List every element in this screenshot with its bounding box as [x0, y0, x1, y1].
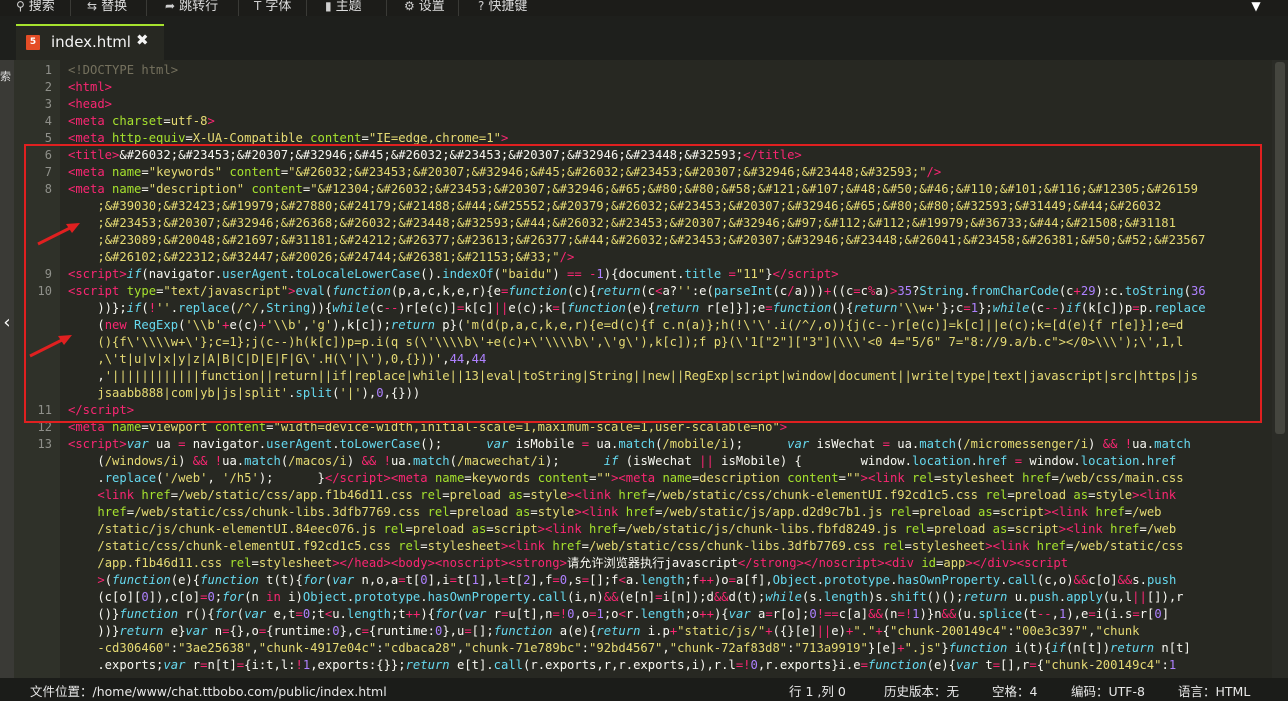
code-line[interactable]: >(function(e){function t(t){for(var n,o,…	[68, 572, 1272, 589]
toolbar-label: 搜索	[28, 0, 55, 14]
left-panel-strip: 索 ‹	[0, 60, 14, 678]
code-line[interactable]: <!DOCTYPE html>	[68, 62, 1272, 79]
code-line[interactable]: <head>	[68, 96, 1272, 113]
theme-icon: ▮	[325, 0, 332, 13]
code-line[interactable]: ))}return e}var n={},o={runtime:0},c={ru…	[68, 623, 1272, 640]
close-tab-icon[interactable]: ✖	[136, 31, 149, 49]
toolbar-button-6[interactable]: ? 快捷键	[478, 0, 527, 16]
toolbar-label: 字体	[265, 0, 292, 14]
toolbar-button-0[interactable]: ⚲ 搜索	[16, 0, 55, 16]
code-line[interactable]: href=/web/static/css/chunk-libs.3dfb7769…	[68, 504, 1272, 521]
line-number: 4	[44, 114, 52, 128]
font-icon: T	[254, 0, 262, 13]
line-number: 3	[44, 97, 52, 111]
goto-line-icon: ➦	[165, 0, 176, 13]
code-line[interactable]: /static/css/chunk-elementUI.f92cd1c5.css…	[68, 538, 1272, 555]
annotation-arrow-2	[29, 335, 72, 358]
left-panel-label: 索	[0, 70, 11, 83]
toolbar-label: 跳转行	[179, 0, 219, 14]
help-icon: ?	[478, 0, 485, 13]
annotation-red-box	[24, 144, 1262, 423]
line-number: 13	[37, 437, 52, 451]
code-line[interactable]: .replace('/web', '/h5'); }</script><meta…	[68, 470, 1272, 487]
code-line[interactable]: <meta charset=utf-8>	[68, 113, 1272, 130]
status-language[interactable]: 语言：HTML	[1178, 681, 1250, 700]
toolbar-divider	[238, 0, 239, 16]
code-line[interactable]: .exports;var r=n[t]={i:t,l:!1,exports:{}…	[68, 657, 1272, 674]
code-line[interactable]: ()}function r(){for(var e,t=0;t<u.length…	[68, 606, 1272, 623]
toolbar-divider	[146, 0, 147, 16]
toolbar-button-2[interactable]: ➦ 跳转行	[165, 0, 218, 16]
search-icon: ⚲	[16, 0, 25, 13]
toolbar-divider	[306, 0, 307, 16]
tab-index-html[interactable]: 5 index.html ✖	[16, 24, 164, 60]
toolbar-divider	[386, 0, 387, 16]
code-line[interactable]: <script>var ua = navigator.userAgent.toL…	[68, 436, 1272, 453]
gear-icon: ⚙	[404, 0, 415, 13]
code-line[interactable]: /app.f1b46d11.css rel=stylesheet></head>…	[68, 555, 1272, 572]
status-history[interactable]: 历史版本：无	[884, 681, 959, 700]
toolbar-divider	[70, 0, 71, 16]
toolbar-label: 设置	[418, 0, 445, 14]
status-indent[interactable]: 空格：4	[992, 681, 1037, 700]
tab-bar: 5 index.html ✖	[0, 16, 1288, 60]
status-cursor-position: 行 1 ,列 0	[789, 684, 846, 699]
scrollbar-thumb[interactable]	[1275, 62, 1285, 434]
status-encoding[interactable]: 编码：UTF-8	[1071, 681, 1145, 700]
code-line[interactable]: /static/js/chunk-elementUI.84eec076.js r…	[68, 521, 1272, 538]
toolbar-button-3[interactable]: T 字体	[254, 0, 291, 16]
line-number: 2	[44, 80, 52, 94]
toolbar-divider	[458, 0, 459, 16]
collapse-chevron-icon[interactable]: ▼	[1246, 0, 1266, 16]
toolbar-button-1[interactable]: ⇆ 替换	[87, 0, 127, 16]
sidebar-toggle-icon[interactable]: ‹	[0, 312, 14, 333]
status-bar: 文件位置：/home/www/chat.ttbobo.com/public/in…	[0, 678, 1288, 701]
tab-filename: index.html	[51, 33, 131, 51]
html5-file-icon: 5	[26, 35, 40, 50]
toolbar-label: 替换	[101, 0, 128, 14]
annotation-arrow-1	[37, 223, 80, 246]
code-line[interactable]: <html>	[68, 79, 1272, 96]
code-line[interactable]: (/windows/i) && !ua.match(/macos/i) && !…	[68, 453, 1272, 470]
code-line[interactable]: -cd306460":"3ae25638","chunk-4917e04c":"…	[68, 640, 1272, 657]
code-line[interactable]: (c[o][0]),c[o]=0;for(n in i)Object.proto…	[68, 589, 1272, 606]
status-file-path: 文件位置：/home/www/chat.ttbobo.com/public/in…	[30, 684, 387, 699]
toolbar-label: 快捷键	[488, 0, 528, 14]
toolbar-button-4[interactable]: ▮ 主题	[325, 0, 362, 16]
code-line[interactable]: <link href=/web/static/css/app.f1b46d11.…	[68, 487, 1272, 504]
line-number: 1	[44, 63, 52, 77]
toolbar-label: 主题	[335, 0, 362, 14]
editor-toolbar: ⚲ 搜索 ⇆ 替换 ➦ 跳转行 T 字体 ▮ 主题 ⚙ 设置? 快捷键 ▼	[0, 0, 1288, 16]
vertical-scrollbar[interactable]	[1272, 60, 1288, 678]
replace-icon: ⇆	[87, 0, 98, 13]
toolbar-button-5[interactable]: ⚙ 设置	[404, 0, 445, 16]
